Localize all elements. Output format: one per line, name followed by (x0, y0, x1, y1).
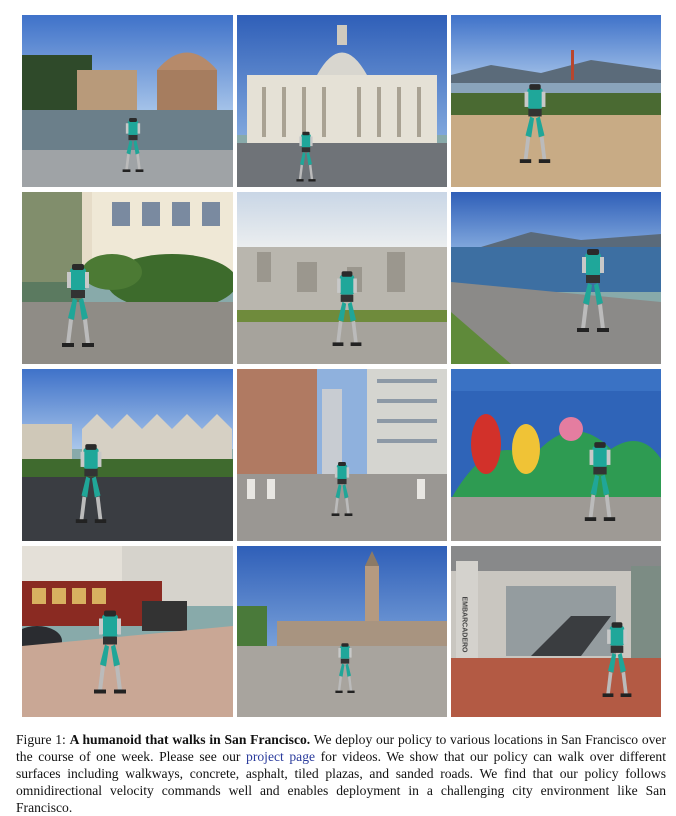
photo-sandy-path (451, 15, 661, 187)
figure-title: A humanoid that walks in San Francisco. (69, 732, 311, 747)
photo-downtown-crosswalk (237, 369, 447, 541)
photo-mural-sidewalk (451, 369, 661, 541)
project-page-link[interactable]: project page (246, 749, 315, 764)
photo-hilltop-park (237, 192, 447, 364)
embarcadero-sign-text: EMBARCADERO (460, 596, 468, 652)
photo-city-hall (237, 15, 447, 187)
photo-cable-car (22, 546, 233, 717)
photo-painted-ladies (22, 369, 233, 541)
photo-embarcadero-station: EMBARCADERO (451, 546, 661, 717)
photo-bay-walkway (451, 192, 661, 364)
photo-ferry-building (237, 546, 447, 717)
embarcadero-sign: EMBARCADERO (457, 574, 471, 674)
figure-image-grid: EMBARCADERO (0, 0, 676, 720)
photo-victorian-garden (22, 192, 233, 364)
figure-caption: Figure 1: A humanoid that walks in San F… (16, 731, 666, 816)
figure-label: Figure 1: (16, 732, 70, 747)
photo-palace-of-fine-arts (22, 15, 233, 187)
